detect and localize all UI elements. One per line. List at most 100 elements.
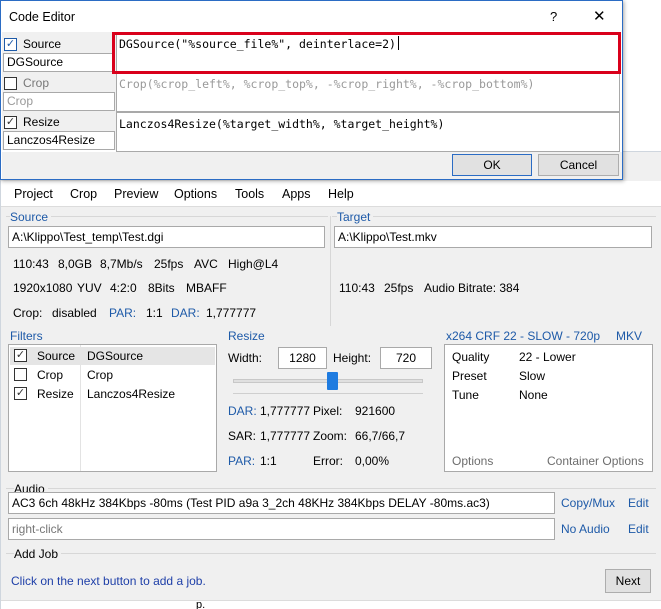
encoder-tune-key: Tune: [452, 388, 479, 402]
target-audio-bitrate: Audio Bitrate: 384: [424, 281, 520, 295]
encoder-options-link[interactable]: Options: [452, 454, 493, 468]
ok-button[interactable]: OK: [452, 154, 532, 176]
menu-options[interactable]: Options: [174, 187, 217, 201]
audio-track-1-action[interactable]: Copy/Mux: [561, 496, 615, 510]
add-job-section-label: Add Job: [14, 547, 62, 561]
editor-crop-checkbox[interactable]: [4, 77, 17, 90]
source-dar-value: 1,777777: [206, 306, 257, 320]
filter-crop-name: Crop: [37, 368, 64, 382]
editor-resize-name-field[interactable]: Lanczos4Resize: [3, 131, 115, 150]
audio-track-2-edit[interactable]: Edit: [628, 522, 649, 536]
source-bitrate: 8,7Mb/s: [100, 257, 143, 271]
editor-resize-label: Resize: [23, 115, 60, 129]
resize-zoom-label: Zoom:: [313, 429, 348, 443]
source-fps: 25fps: [154, 257, 184, 271]
resize-code-box[interactable]: Lanczos4Resize(%target_width%, %target_h…: [116, 112, 620, 152]
add-job-divider: [6, 553, 656, 554]
source-chroma: 4:2:0: [110, 281, 137, 295]
code-editor-title: Code Editor: [9, 10, 76, 24]
source-par-value: 1:1: [146, 306, 163, 320]
resize-error-value: 0,00%: [355, 454, 390, 468]
resize-section-label: Resize: [228, 329, 265, 343]
resize-slider-thumb[interactable]: [326, 372, 338, 390]
filter-row-crop[interactable]: Crop Crop: [10, 366, 215, 384]
source-target-separator: [330, 216, 331, 326]
menu-crop[interactable]: Crop: [70, 187, 97, 201]
resize-zoom-value: 66,7/66,7: [355, 429, 406, 443]
source-codec: AVC: [194, 257, 218, 271]
resize-width-label: Width:: [228, 351, 263, 365]
filter-row-resize[interactable]: ✓ Resize Lanczos4Resize: [10, 385, 215, 403]
source-resolution: 1920x1080: [13, 281, 73, 295]
resize-dar-label: DAR:: [228, 404, 257, 418]
source-divider: [6, 216, 328, 217]
encoder-preset-key: Preset: [452, 369, 487, 383]
source-par-label: PAR:: [109, 306, 137, 320]
cancel-button[interactable]: Cancel: [538, 154, 619, 176]
filters-section-label: Filters: [10, 329, 43, 343]
crop-code-text: Crop(%crop_left%, %crop_top%, -%crop_rig…: [119, 77, 535, 91]
source-colorspace: YUV: [77, 281, 102, 295]
target-duration: 110:43: [339, 281, 375, 295]
filter-crop-checkbox[interactable]: [14, 368, 27, 381]
container-options-link[interactable]: Container Options: [547, 454, 644, 468]
resize-height-input[interactable]: 720: [380, 347, 432, 369]
audio-track-2-action[interactable]: No Audio: [561, 522, 610, 536]
menu-bar: Project Crop Preview Options Tools Apps …: [1, 181, 661, 207]
highlight-annotation: [112, 32, 621, 74]
encoder-preset-value: Slow: [519, 369, 546, 383]
resize-code-text: Lanczos4Resize(%target_width%, %target_h…: [119, 117, 445, 131]
main-window: Project Crop Preview Options Tools Apps …: [0, 151, 661, 609]
filter-source-checkbox[interactable]: ✓: [14, 349, 27, 362]
add-job-hint: Click on the next button to add a job.: [11, 574, 206, 588]
crop-code-box[interactable]: Crop(%crop_left%, %crop_top%, -%crop_rig…: [116, 72, 620, 112]
target-section-label: Target: [337, 210, 374, 224]
filters-list: ✓ Source DGSource Crop Crop ✓ Resize Lan…: [8, 344, 217, 472]
filter-row-source[interactable]: ✓ Source DGSource: [10, 347, 215, 365]
close-button[interactable]: ✕: [593, 7, 606, 25]
editor-source-label: Source: [23, 37, 62, 51]
next-button[interactable]: Next: [605, 569, 651, 593]
editor-crop-name-field[interactable]: Crop: [3, 92, 115, 111]
audio-track-1-field[interactable]: AC3 6ch 48kHz 384Kbps -80ms (Test PID a9…: [8, 492, 555, 514]
container-format-label[interactable]: MKV: [616, 329, 642, 343]
filter-resize-name: Resize: [37, 387, 74, 401]
resize-par-value: 1:1: [260, 454, 277, 468]
editor-crop-label: Crop: [23, 76, 50, 90]
source-duration: 110:43: [13, 257, 49, 271]
encoder-tune-value: None: [519, 388, 548, 402]
menu-project[interactable]: Project: [14, 187, 53, 201]
resize-error-label: Error:: [313, 454, 343, 468]
filter-resize-value: Lanczos4Resize: [87, 387, 176, 401]
resize-width-input[interactable]: 1280: [278, 347, 327, 369]
menu-preview[interactable]: Preview: [114, 187, 158, 201]
source-dar-label: DAR:: [171, 306, 200, 320]
code-editor-window: Code Editor ? ✕ ✓ Source DGSource Crop C…: [0, 0, 623, 180]
filter-resize-checkbox[interactable]: ✓: [14, 387, 27, 400]
menu-tools[interactable]: Tools: [235, 187, 264, 201]
help-button[interactable]: ?: [550, 9, 557, 24]
audio-track-1-edit[interactable]: Edit: [628, 496, 649, 510]
menu-apps[interactable]: Apps: [282, 187, 311, 201]
target-path-field[interactable]: A:\Klippo\Test.mkv: [334, 226, 652, 248]
resize-pixel-label: Pixel:: [313, 404, 343, 418]
encoder-settings-list: Quality 22 - Lower Preset Slow Tune None…: [444, 344, 653, 472]
source-profile: High@L4: [228, 257, 279, 271]
editor-button-bar: OK Cancel: [2, 152, 622, 179]
source-size: 8,0GB: [58, 257, 93, 271]
source-scan: MBAFF: [186, 281, 227, 295]
background-strip: p.: [1, 599, 661, 609]
source-crop-value: disabled: [52, 306, 97, 320]
background-stray-text: p.: [196, 599, 206, 609]
resize-dar-value: 1,777777: [260, 404, 311, 418]
editor-resize-checkbox[interactable]: ✓: [4, 116, 17, 129]
menu-help[interactable]: Help: [328, 187, 354, 201]
source-path-field[interactable]: A:\Klippo\Test_temp\Test.dgi: [8, 226, 325, 248]
resize-par-label: PAR:: [228, 454, 256, 468]
editor-source-checkbox[interactable]: ✓: [4, 38, 17, 51]
resize-height-label: Height:: [333, 351, 372, 365]
audio-track-2-field[interactable]: right-click: [8, 518, 555, 540]
resize-sar-label: SAR:: [228, 429, 257, 443]
editor-source-name-field[interactable]: DGSource: [3, 53, 115, 72]
source-section-label: Source: [10, 210, 52, 224]
